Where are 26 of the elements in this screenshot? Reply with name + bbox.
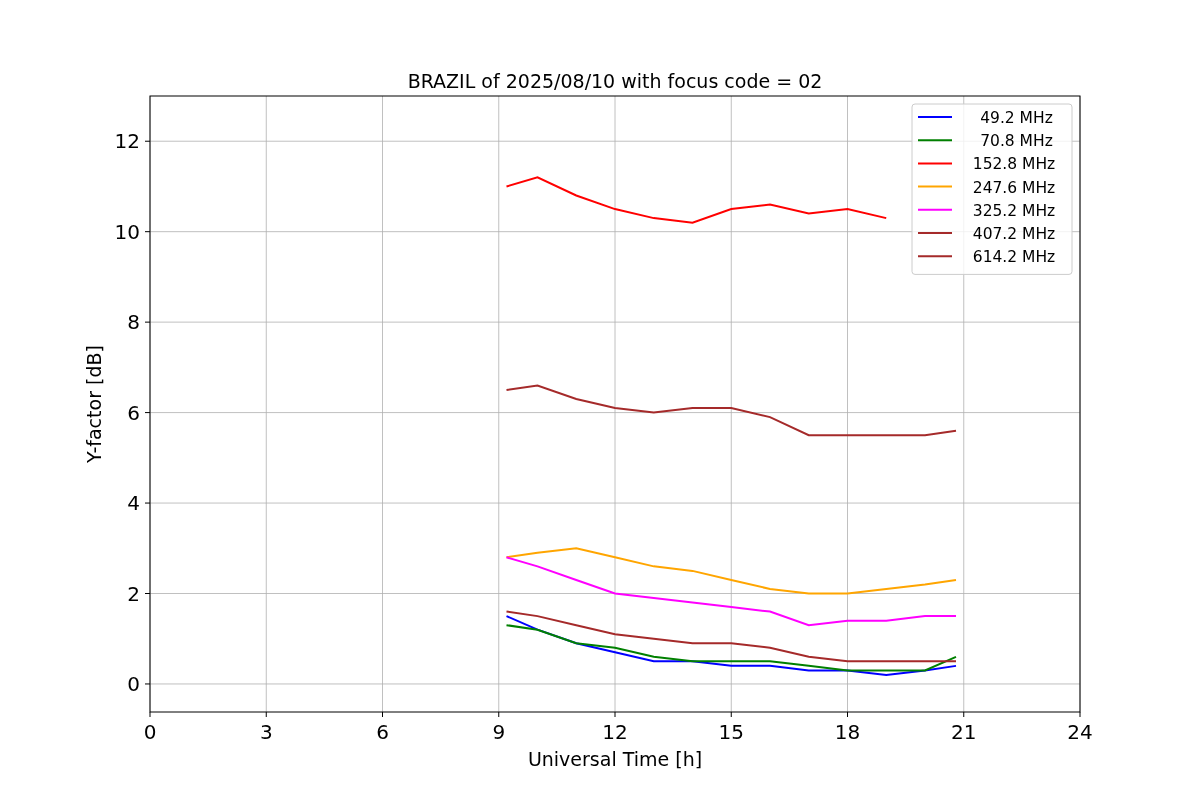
legend-label: 614.2 MHz xyxy=(972,248,1056,267)
y-tick-label: 2 xyxy=(127,581,140,606)
y-tick-label: 4 xyxy=(127,491,140,516)
x-tick-label: 9 xyxy=(492,720,506,744)
y-axis-label: Y-factor [dB] xyxy=(83,345,105,463)
y-tick-label: 10 xyxy=(114,219,140,244)
legend-label: 152.8 MHz xyxy=(972,155,1056,174)
x-tick-label: 0 xyxy=(143,720,157,744)
legend-label: 325.2 MHz xyxy=(972,201,1056,220)
y-tick-label: 6 xyxy=(127,400,140,425)
chart-title: BRAZIL of 2025/08/10 with focus code = 02 xyxy=(407,70,823,92)
y-tick-label: 8 xyxy=(127,310,140,335)
x-tick-label: 18 xyxy=(834,720,861,744)
y-tick-label: 0 xyxy=(127,671,140,696)
x-tick-label: 6 xyxy=(376,720,389,744)
x-tick-label: 3 xyxy=(259,720,273,744)
legend-label: 407.2 MHz xyxy=(972,225,1056,243)
legend-label: 70.8 MHz xyxy=(980,132,1053,151)
x-tick-label: 15 xyxy=(718,720,744,744)
x-tick-label: 12 xyxy=(602,720,628,744)
y-tick-label: 12 xyxy=(114,129,140,154)
legend-label: 247.6 MHz xyxy=(972,178,1056,197)
legend-label: 49.2 MHz xyxy=(980,109,1053,127)
x-tick-label: 24 xyxy=(1067,720,1093,744)
x-tick-label: 21 xyxy=(951,720,977,744)
x-axis-label: Universal Time [h] xyxy=(527,748,703,770)
